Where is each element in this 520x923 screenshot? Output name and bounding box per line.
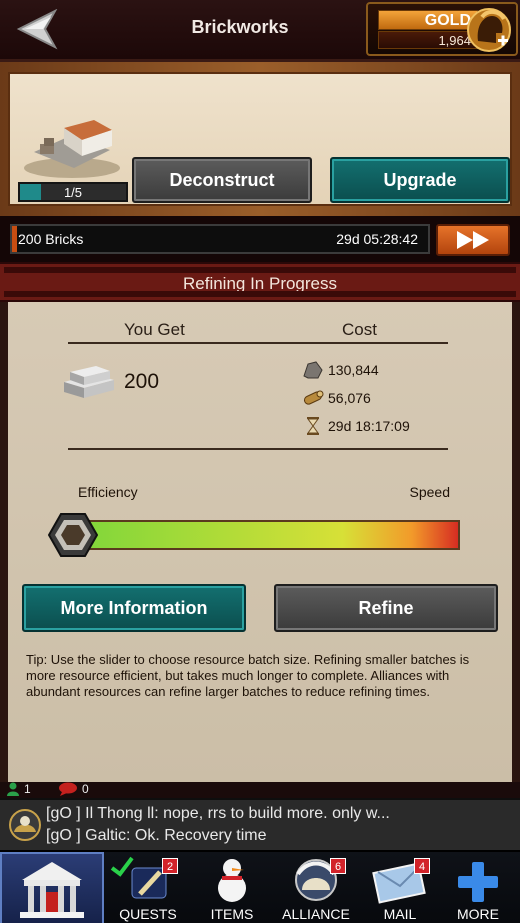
snowman-icon <box>218 859 246 902</box>
cost-wood-row: 56,076 <box>302 388 371 408</box>
nav-more-label: MORE <box>457 906 499 922</box>
chat-message-2: [gO ] Galtic: Ok. Recovery time <box>46 827 267 844</box>
chat-message-1: [gO ] Il Thong ll: nope, rrs to build mo… <box>46 805 390 822</box>
cost-wood-value: 56,076 <box>328 390 371 406</box>
mail-badge: 4 <box>414 858 430 874</box>
refining-tip-text: Tip: Use the slider to choose resource b… <box>26 652 470 699</box>
speech-bubble-icon <box>59 782 77 796</box>
speed-label: Speed <box>409 484 450 500</box>
gold-store-button[interactable]: GOLD 1,964 <box>366 2 518 56</box>
alliance-chat-preview[interactable]: [gO ] Il Thong ll: nope, rrs to build mo… <box>0 798 520 850</box>
building-level-bar: 1/5 <box>18 182 128 202</box>
brickworks-building-icon <box>24 120 120 178</box>
spartan-helmet-icon <box>467 8 511 52</box>
nav-more[interactable]: MORE <box>436 852 520 923</box>
page-title: Brickworks <box>191 17 289 37</box>
refine-button[interactable]: Refine <box>274 584 498 632</box>
batch-size-slider-handle[interactable] <box>48 512 98 558</box>
nav-alliance[interactable]: 6 ALLIANCE <box>274 852 358 923</box>
wood-log-icon <box>303 390 324 405</box>
person-icon <box>7 782 19 796</box>
greek-key-border-bottom <box>4 291 516 297</box>
alliance-chat-icon <box>9 809 41 841</box>
upgrade-button[interactable]: Upgrade <box>330 157 510 203</box>
you-get-header: You Get <box>124 320 185 339</box>
cost-time-value: 29d 18:17:09 <box>328 418 410 434</box>
back-arrow-icon <box>16 9 58 50</box>
top-bar: Brickworks GOLD 1,964 <box>0 0 520 62</box>
gold-label: GOLD <box>378 10 478 30</box>
nav-alliance-label: ALLIANCE <box>282 906 350 922</box>
bricks-icon <box>64 366 114 398</box>
refining-frame: You Get Cost 200 130,844 56,076 29d 18:1… <box>0 302 520 782</box>
deconstruct-button[interactable]: Deconstruct <box>132 157 312 203</box>
refining-panel: You Get Cost 200 130,844 56,076 29d 18:1… <box>8 302 512 782</box>
fast-forward-icon <box>457 231 489 249</box>
nav-items-label: ITEMS <box>210 906 254 922</box>
plus-icon <box>458 862 498 902</box>
bottom-navigation: 2 QUESTS ITEMS 6 ALLIANCE 4 MAIL MORE <box>0 850 520 923</box>
online-count[interactable]: 1 <box>6 782 31 796</box>
building-level-text: 1/5 <box>63 185 83 200</box>
progress-time-remaining: 29d 05:28:42 <box>336 231 418 247</box>
gold-amount: 1,964 <box>378 31 478 49</box>
alert-count[interactable]: 0 <box>58 782 89 796</box>
palace-icon <box>20 862 84 918</box>
refining-progress-bar: 200 Bricks 29d 05:28:42 <box>10 224 430 254</box>
alliance-badge: 6 <box>330 858 346 874</box>
online-count-value: 1 <box>24 782 31 796</box>
nav-items[interactable]: ITEMS <box>190 852 274 923</box>
building-panel: 1/5 Deconstruct Upgrade <box>8 72 512 206</box>
cost-stone-value: 130,844 <box>328 362 379 378</box>
cost-stone-row: 130,844 <box>302 360 379 380</box>
nav-mail-label: MAIL <box>383 906 417 922</box>
nav-home-city[interactable] <box>0 852 104 923</box>
nav-mail[interactable]: 4 MAIL <box>358 852 442 923</box>
cost-time-row: 29d 18:17:09 <box>302 416 410 436</box>
refining-progress-row: 200 Bricks 29d 05:28:42 <box>0 216 520 262</box>
nav-quests-label: QUESTS <box>119 906 177 922</box>
back-button[interactable] <box>8 4 70 56</box>
efficiency-label: Efficiency <box>78 484 138 500</box>
quests-badge: 2 <box>162 858 178 874</box>
greek-key-border-top <box>4 267 516 273</box>
alert-count-value: 0 <box>82 782 89 796</box>
speed-up-button[interactable] <box>436 224 510 256</box>
stone-icon <box>303 361 323 379</box>
nav-quests[interactable]: 2 QUESTS <box>106 852 190 923</box>
refining-section-header: Refining In Progress <box>0 262 520 302</box>
refine-output-amount: 200 <box>124 370 160 393</box>
batch-size-slider-track[interactable] <box>72 520 460 550</box>
divider-top <box>68 342 448 344</box>
more-information-button[interactable]: More Information <box>22 584 246 632</box>
status-row: 1 0 <box>0 782 520 798</box>
hourglass-icon <box>307 417 319 435</box>
progress-label: 200 Bricks <box>18 231 84 247</box>
progress-fill <box>12 226 17 252</box>
building-frame: 1/5 Deconstruct Upgrade <box>0 62 520 216</box>
cost-header: Cost <box>342 320 377 339</box>
divider-bottom <box>68 448 448 450</box>
